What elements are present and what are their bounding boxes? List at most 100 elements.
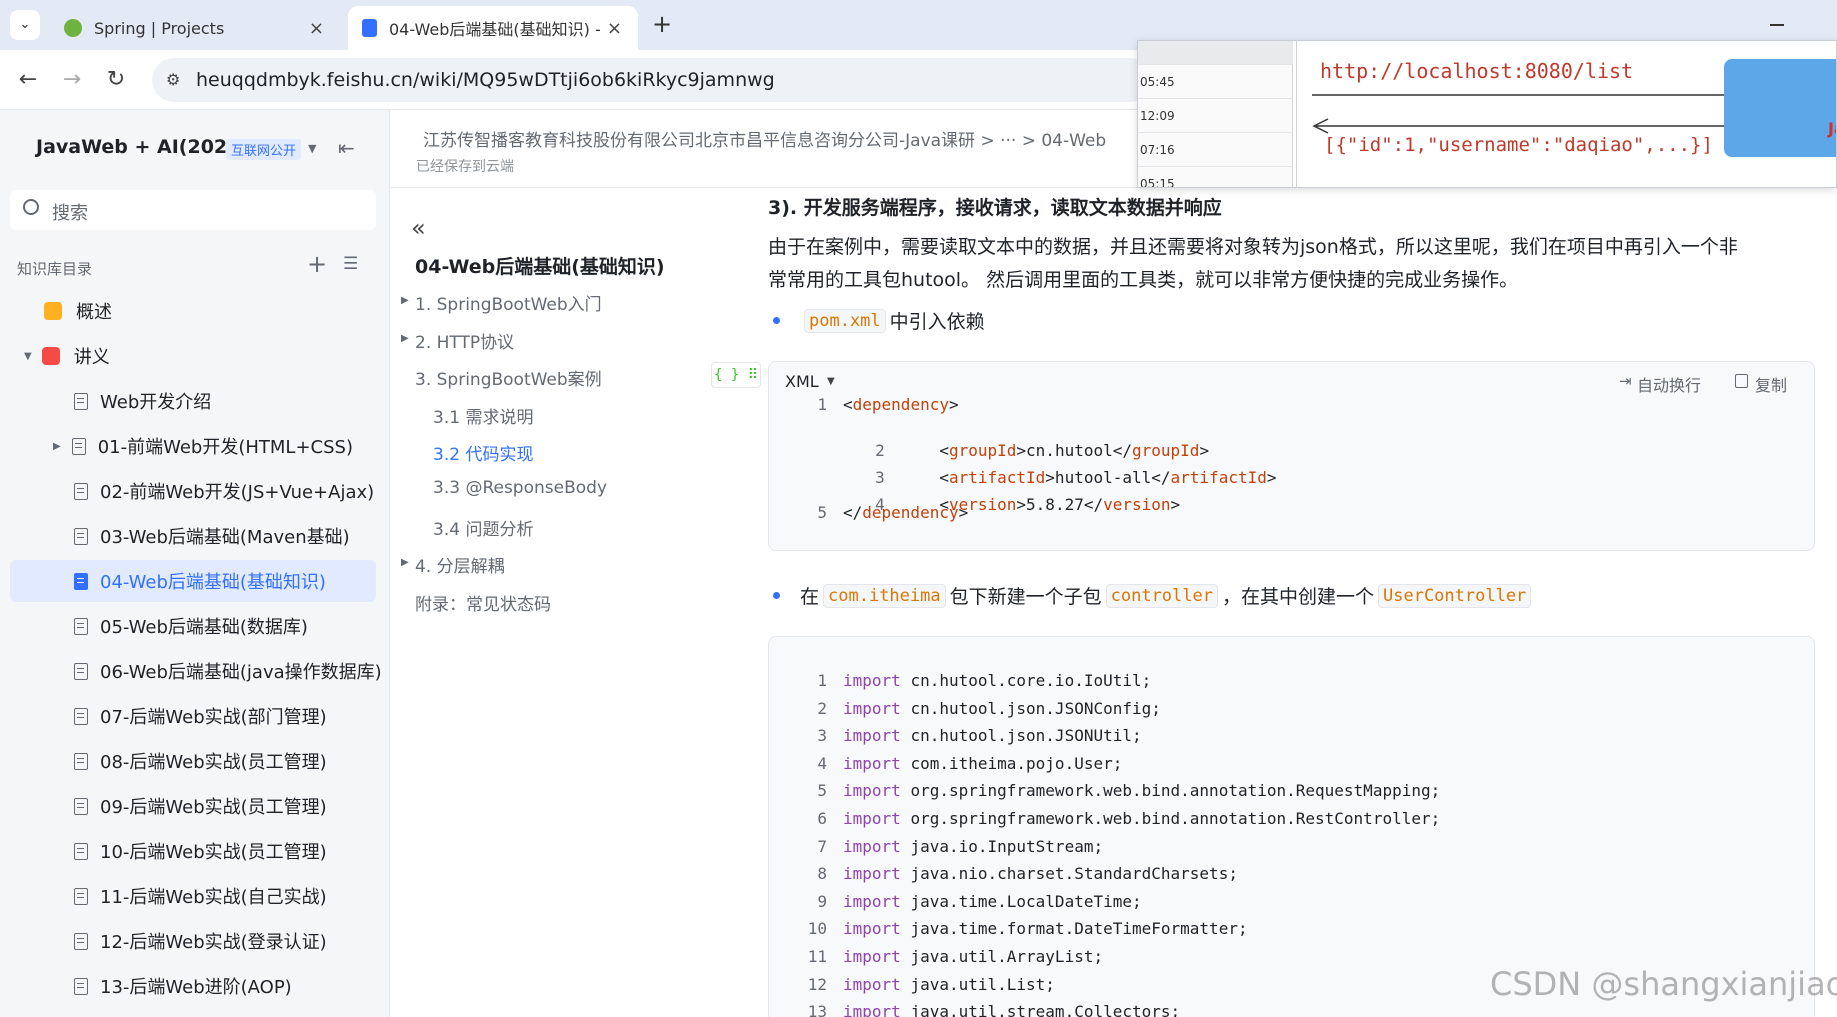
sidebar-item-doc[interactable]: 05-Web后端基础(数据库): [10, 605, 376, 647]
kb-title: JavaWeb + AI(2024): [36, 136, 250, 158]
caret-right-icon[interactable]: ▶: [401, 295, 409, 306]
outline-item[interactable]: 2. HTTP协议: [415, 328, 514, 353]
bullet-item: 在 com.itheima 包下新建一个子包 controller ，在其中创建…: [773, 582, 1535, 609]
document-icon: [74, 527, 88, 545]
document-icon: [74, 977, 88, 995]
document-icon: [74, 887, 88, 905]
code-line: 11 import java.util.ArrayList;: [807, 947, 1104, 966]
java-code-block[interactable]: 1 import cn.hutool.core.io.IoUtil; 2 import…: [768, 636, 1815, 1017]
chevron-down-icon[interactable]: ▼: [308, 142, 316, 155]
code-line: 3 import cn.hutool.json.JSONUtil;: [817, 726, 1142, 746]
code-line: 8 import java.nio.charset.StandardCharset…: [817, 864, 1238, 884]
forward-arrow-icon[interactable]: →: [56, 64, 88, 96]
document-icon: [74, 662, 88, 680]
sidebar-item-label: 12-后端Web实战(登录认证): [100, 932, 327, 953]
diagram-overlay-window: 05:45 12:09 07:16 05:15 http://localhost…: [1137, 40, 1837, 188]
time-cell: 07:16: [1138, 133, 1293, 167]
list-settings-icon[interactable]: ☰: [343, 254, 358, 274]
tab-spring-projects[interactable]: Spring | Projects ×: [50, 6, 340, 50]
breadcrumb[interactable]: 江苏传智播客教育科技股份有限公司北京市昌平信息咨询分公司-Java课研 > ··…: [423, 126, 1106, 151]
sidebar-item-label: 概述: [76, 302, 112, 323]
request-url-label: http://localhost:8080/list: [1320, 59, 1634, 83]
sidebar-item-doc[interactable]: 02-前端Web开发(JS+Vue+Ajax): [10, 470, 376, 512]
sidebar-item-label: 11-后端Web实战(自己实战): [100, 887, 327, 908]
code-line: 3 <artifactId>hutool-all</artifactId>: [875, 468, 1277, 487]
sidebar-item-doc[interactable]: 07-后端Web实战(部门管理): [10, 695, 376, 737]
document-icon: [74, 842, 88, 860]
code-line: 1 <dependency>: [817, 395, 959, 414]
sidebar-item-label: 01-前端Web开发(HTML+CSS): [97, 437, 353, 458]
document-icon: [74, 617, 88, 635]
inline-code: pom.xml: [804, 308, 886, 333]
xml-code-block[interactable]: XML ▼ ⇥ 自动换行 复制 1 <dependency> 2 <groupId…: [768, 361, 1815, 551]
minimize-icon[interactable]: [1770, 24, 1784, 26]
document-icon: [71, 437, 86, 455]
block-handle-icon[interactable]: { } ⠿: [711, 362, 761, 388]
sidebar-item-doc[interactable]: 03-Web后端基础(Maven基础): [10, 515, 376, 557]
sidebar-item-current-doc[interactable]: 04-Web后端基础(基础知识): [10, 560, 376, 602]
outline-title[interactable]: 04-Web后端基础(基础知识): [415, 252, 665, 279]
sidebar-item-label: 08-后端Web实战(员工管理): [100, 752, 327, 773]
outline-item[interactable]: 4. 分层解耦: [415, 552, 505, 577]
reload-icon[interactable]: ↻: [100, 64, 132, 96]
caret-right-icon[interactable]: ▶: [401, 557, 409, 568]
code-language-select[interactable]: XML: [785, 372, 819, 391]
collapse-sidebar-icon[interactable]: ⇤: [338, 136, 355, 160]
back-arrow-icon[interactable]: ←: [12, 64, 44, 96]
time-cell: 05:45: [1138, 65, 1293, 99]
add-icon[interactable]: +: [307, 250, 327, 278]
sidebar-item-doc[interactable]: 12-后端Web实战(登录认证): [10, 920, 376, 962]
document-icon: [74, 572, 88, 590]
outline-item[interactable]: 附录：常见状态码: [415, 590, 551, 615]
sidebar-item-doc[interactable]: 09-后端Web实战(员工管理): [10, 785, 376, 827]
directory-label: 知识库目录: [17, 260, 93, 278]
outline-item[interactable]: 3.1 需求说明: [433, 403, 533, 428]
knowledge-base-sidebar: JavaWeb + AI(2024) 互联网公开 ▼ ⇤ 搜索 知识库目录 + …: [0, 110, 390, 1017]
overview-icon: [44, 302, 62, 320]
watermark: CSDN @shangxianjiao: [1490, 965, 1837, 1003]
collapse-outline-icon[interactable]: «: [411, 214, 426, 242]
close-icon[interactable]: ×: [607, 18, 622, 39]
wrap-icon[interactable]: ⇥: [1619, 372, 1632, 390]
outline-item[interactable]: 3.4 问题分析: [433, 515, 533, 540]
copy-button[interactable]: 复制: [1755, 372, 1787, 396]
sidebar-item-lectures[interactable]: ▼ 讲义: [10, 335, 376, 377]
url-field[interactable]: ⚙ heuqqdmbyk.feishu.cn/wiki/MQ95wDTtji6o…: [152, 58, 1152, 102]
sidebar-item-label: 10-后端Web实战(员工管理): [100, 842, 327, 863]
time-cell: 05:15: [1138, 167, 1293, 187]
tab-list-dropdown-icon[interactable]: ⌄: [10, 10, 40, 40]
doc-content: 3). 开发服务端程序，接收请求，读取文本数据并响应 由于在案例中，需要读取文本…: [711, 188, 1837, 1017]
document-icon: [74, 482, 88, 500]
outline-item[interactable]: 3. SpringBootWeb案例: [415, 365, 602, 390]
sidebar-item-doc[interactable]: 11-后端Web实战(自己实战): [10, 875, 376, 917]
sidebar-item-doc[interactable]: 10-后端Web实战(员工管理): [10, 830, 376, 872]
outline-item[interactable]: 3.3 @ResponseBody: [433, 478, 607, 498]
caret-right-icon[interactable]: ▶: [401, 333, 409, 344]
chevron-down-icon[interactable]: ▼: [827, 376, 835, 387]
tab-title: 04-Web后端基础(基础知识) -: [389, 20, 601, 39]
sidebar-item-doc[interactable]: Web开发介绍: [10, 380, 376, 422]
tab-feishu-doc[interactable]: 04-Web后端基础(基础知识) - ×: [348, 6, 638, 50]
sidebar-item-doc[interactable]: 13-后端Web进阶(AOP): [10, 965, 376, 1007]
close-icon[interactable]: ×: [309, 18, 324, 39]
site-settings-icon[interactable]: ⚙: [166, 70, 180, 89]
outline-item-active[interactable]: 3.2 代码实现: [433, 440, 533, 465]
bullet-dot: [773, 592, 780, 599]
bullet-text: 中引入依赖: [889, 311, 985, 333]
sidebar-item-doc[interactable]: 08-后端Web实战(员工管理): [10, 740, 376, 782]
sidebar-item-doc[interactable]: ▶ 01-前端Web开发(HTML+CSS): [10, 425, 376, 467]
caret-right-icon[interactable]: ▶: [53, 441, 61, 452]
search-input[interactable]: 搜索: [10, 190, 376, 230]
sidebar-item-overview[interactable]: 概述: [10, 290, 376, 332]
new-tab-button[interactable]: +: [652, 10, 672, 38]
copy-icon[interactable]: [1735, 374, 1748, 388]
sidebar-item-label: 讲义: [73, 347, 110, 368]
inline-code: UserController: [1378, 583, 1532, 608]
wrap-toggle[interactable]: 自动换行: [1637, 372, 1701, 396]
sidebar-item-doc[interactable]: 06-Web后端基础(java操作数据库): [10, 650, 382, 692]
outline-item[interactable]: 1. SpringBootWeb入门: [415, 290, 602, 315]
search-icon: [23, 199, 39, 215]
inline-code: controller: [1105, 583, 1218, 608]
sidebar-item-label: 02-前端Web开发(JS+Vue+Ajax): [100, 482, 375, 503]
code-line: 6 import org.springframework.web.bind.ann…: [817, 809, 1441, 828]
